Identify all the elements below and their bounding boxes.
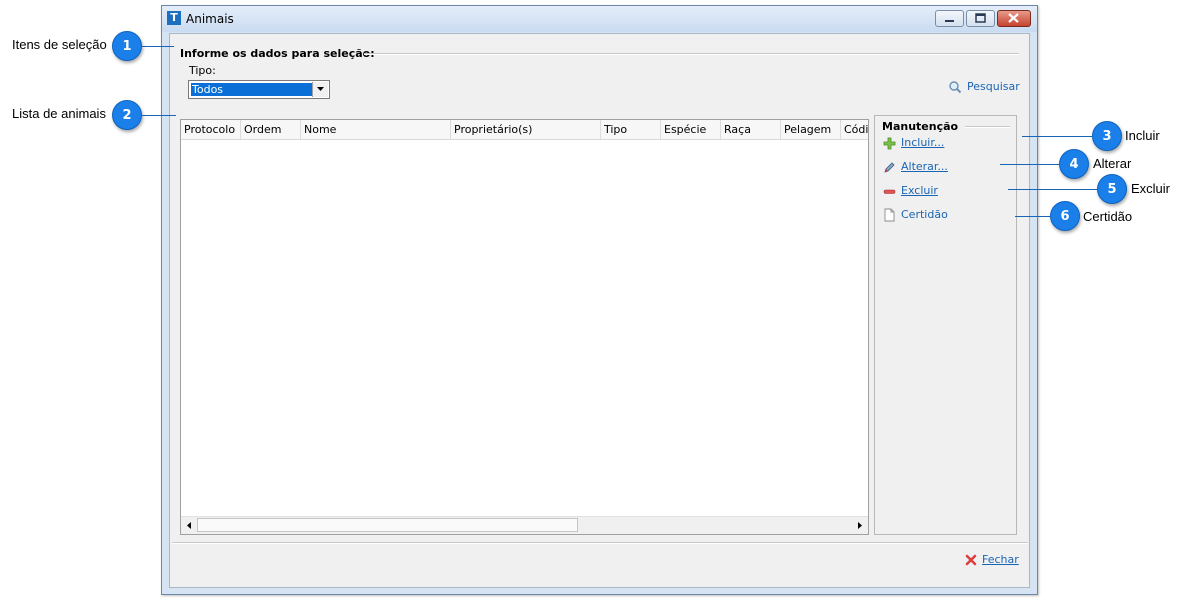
maximize-button[interactable] (966, 10, 995, 27)
document-icon (884, 208, 895, 222)
title-bar[interactable]: T Animais (162, 6, 1037, 32)
pencil-icon (884, 162, 895, 173)
alter-button[interactable]: Alterar... (883, 160, 953, 175)
column-header-especie[interactable]: Espécie (661, 120, 721, 139)
maintenance-divider (965, 126, 1010, 128)
close-window-button[interactable] (997, 10, 1031, 27)
search-button[interactable]: Pesquisar (948, 79, 1020, 95)
minus-icon (883, 189, 896, 194)
search-label: Pesquisar (967, 80, 1020, 93)
table-header: Protocolo Ordem Nome Proprietário(s) Tip… (181, 120, 868, 140)
callout-1-label: Itens de seleção (12, 37, 107, 52)
certificate-label: Certidão (901, 208, 948, 221)
dropdown-button[interactable] (312, 82, 328, 97)
horizontal-scrollbar[interactable] (181, 516, 868, 534)
column-header-ordem[interactable]: Ordem (241, 120, 301, 139)
maintenance-title: Manutenção (882, 120, 959, 133)
close-label: Fechar (982, 553, 1019, 566)
callout-3-leader (1022, 136, 1092, 137)
scrollbar-thumb[interactable] (197, 518, 578, 532)
animals-table[interactable]: Protocolo Ordem Nome Proprietário(s) Tip… (180, 119, 869, 535)
column-header-raca[interactable]: Raça (721, 120, 781, 139)
selection-group-title: Informe os dados para seleção: (180, 47, 375, 60)
callout-4-leader (1000, 164, 1059, 165)
callout-2-badge: 2 (112, 100, 142, 130)
include-button[interactable]: Incluir... (883, 136, 953, 151)
callout-1-leader (142, 46, 174, 47)
search-icon (949, 81, 962, 94)
tipo-selected-value: Todos (190, 82, 313, 97)
callout-4-badge: 4 (1059, 149, 1089, 179)
callout-3-badge: 3 (1092, 121, 1122, 151)
app-icon: T (167, 11, 181, 25)
column-header-tipo[interactable]: Tipo (601, 120, 661, 139)
chevron-down-icon (317, 87, 324, 91)
plus-icon (883, 137, 896, 150)
callout-6-label: Certidão (1083, 209, 1133, 224)
callout-2-leader (142, 115, 176, 116)
column-header-pelagem[interactable]: Pelagem (781, 120, 841, 139)
maintenance-panel (874, 115, 1017, 535)
column-header-nome[interactable]: Nome (301, 120, 451, 139)
callout-1-badge: 1 (112, 31, 142, 61)
callout-2-label: Lista de animais (12, 106, 106, 121)
minimize-button[interactable] (935, 10, 964, 27)
tipo-label: Tipo: (189, 64, 216, 77)
callout-5-leader (1008, 189, 1097, 190)
include-label: Incluir... (901, 136, 945, 149)
callout-6-badge: 6 (1050, 201, 1080, 231)
callout-4-label: Alterar (1093, 156, 1132, 171)
delete-label: Excluir (901, 184, 938, 197)
arrow-right-icon (858, 522, 862, 529)
column-header-protocolo[interactable]: Protocolo (181, 120, 241, 139)
column-header-proprietarios[interactable]: Proprietário(s) (451, 120, 601, 139)
minimize-icon (945, 20, 954, 22)
column-header-codigo[interactable]: Códig (841, 120, 868, 139)
close-button[interactable]: Fechar (965, 553, 1020, 568)
scroll-right-button[interactable] (852, 518, 867, 533)
footer-divider (172, 542, 1028, 544)
callout-6-leader (1015, 216, 1050, 217)
alter-label: Alterar... (901, 160, 948, 173)
callout-5-label: Excluir (1131, 181, 1171, 196)
tipo-select[interactable]: Todos (188, 80, 330, 99)
window-title: Animais (186, 12, 234, 26)
callout-5-badge: 5 (1097, 174, 1127, 204)
close-x-icon (965, 554, 977, 566)
close-icon (1008, 13, 1019, 23)
selection-group-divider (364, 53, 1019, 55)
arrow-left-icon (187, 522, 191, 529)
delete-button[interactable]: Excluir (883, 184, 943, 199)
maximize-icon (975, 13, 986, 23)
certificate-button[interactable]: Certidão (883, 208, 948, 223)
scroll-left-button[interactable] (182, 518, 197, 533)
callout-3-label: Incluir (1125, 128, 1160, 143)
